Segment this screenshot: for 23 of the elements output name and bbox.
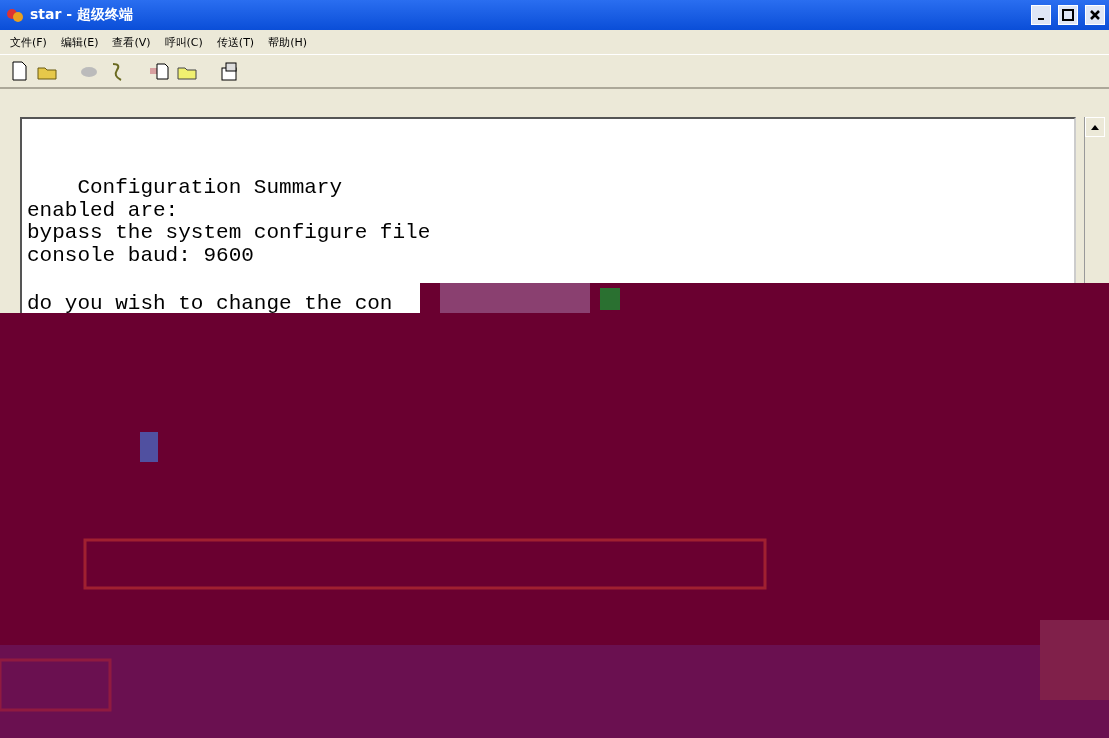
menu-item[interactable]: 文件(F)	[10, 34, 47, 50]
minimize-icon	[1038, 18, 1044, 20]
maximize-icon	[1062, 9, 1074, 21]
menu-item[interactable]: 查看(V)	[112, 34, 151, 50]
terminal-line: Configuration Summary	[76, 177, 344, 200]
up-arrow-icon	[1091, 124, 1099, 130]
menu-item[interactable]: 传送(T)	[216, 34, 255, 50]
scroll-up-button[interactable]	[1085, 117, 1105, 137]
window-title: star - 超级终端	[30, 6, 134, 24]
terminal-line: console baud: 9600	[27, 244, 255, 267]
terminal-line: do you wish to change the con	[27, 293, 394, 316]
app-icon	[6, 6, 24, 24]
terminal-line: bypass the system configure file	[27, 222, 432, 245]
close-icon	[1090, 10, 1100, 20]
menu-item[interactable]: 编辑(E)	[60, 34, 99, 50]
menu-item[interactable]: 呼叫(C)	[164, 34, 203, 50]
properties-icon	[218, 60, 240, 82]
terminal-line: enabled are:	[27, 199, 180, 222]
close-button[interactable]	[1085, 5, 1105, 25]
maximize-button[interactable]	[1058, 5, 1078, 25]
minimize-button[interactable]	[1031, 5, 1051, 25]
send-icon	[148, 60, 170, 82]
menu-item[interactable]: 帮助(H)	[268, 34, 307, 50]
